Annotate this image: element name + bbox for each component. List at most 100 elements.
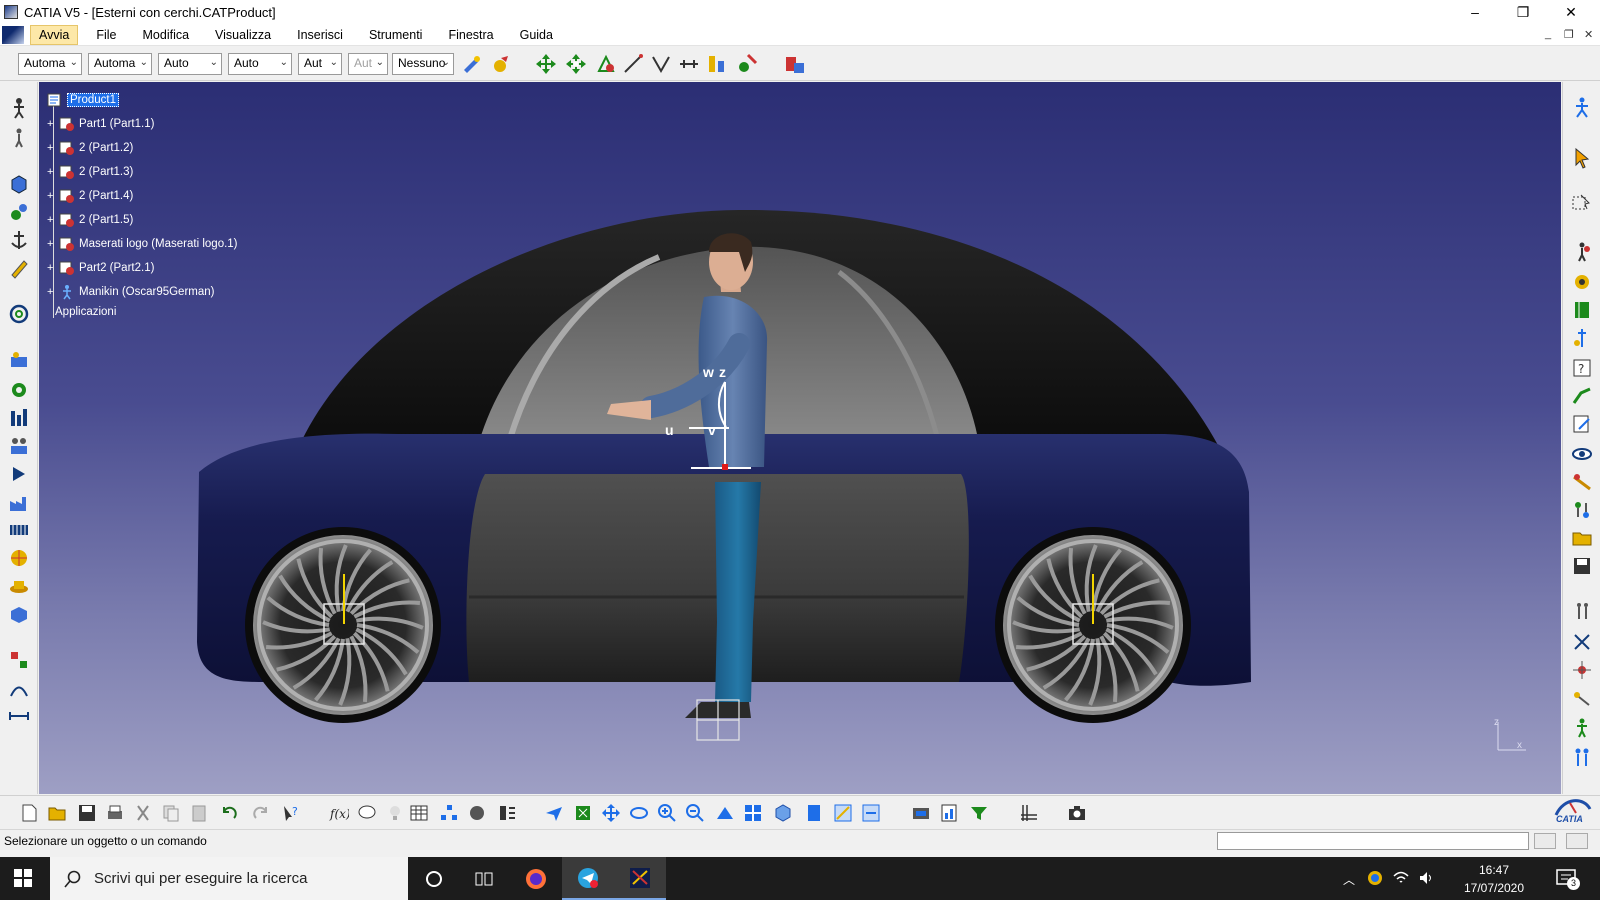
eye-icon[interactable] bbox=[1570, 442, 1594, 466]
segments-icon[interactable] bbox=[1570, 600, 1594, 624]
forward-kinematics-icon[interactable] bbox=[1570, 384, 1594, 408]
task-view-icon[interactable] bbox=[458, 857, 510, 900]
telegram-icon[interactable] bbox=[562, 857, 614, 900]
color-combo[interactable]: Auto ⌄ bbox=[158, 53, 222, 75]
comment-icon[interactable] bbox=[356, 802, 378, 824]
mdi-restore-icon[interactable]: ❐ bbox=[1564, 28, 1574, 41]
document-icon[interactable] bbox=[2, 25, 24, 44]
record-button[interactable] bbox=[1566, 833, 1588, 849]
taskbar-search[interactable]: Scrivi qui per eseguire la ricerca bbox=[50, 857, 408, 900]
copy-icon[interactable] bbox=[160, 802, 182, 824]
two-manikins-icon[interactable] bbox=[1570, 746, 1594, 770]
expand-icon[interactable]: + bbox=[47, 142, 57, 154]
command-button[interactable] bbox=[1534, 833, 1556, 849]
vision-icon[interactable] bbox=[1570, 270, 1594, 294]
expand-icon[interactable]: + bbox=[47, 166, 57, 178]
menu-modifica[interactable]: Modifica bbox=[135, 26, 198, 44]
close-button[interactable]: ✕ bbox=[1548, 0, 1594, 24]
save-file-icon[interactable] bbox=[76, 802, 98, 824]
expand-icon[interactable]: + bbox=[47, 214, 57, 226]
reach-icon[interactable] bbox=[1570, 686, 1594, 710]
anchor-icon[interactable] bbox=[7, 228, 31, 252]
pencil-icon[interactable] bbox=[7, 256, 31, 280]
table-icon[interactable] bbox=[408, 802, 430, 824]
hat-icon[interactable] bbox=[7, 574, 31, 598]
open-file-icon[interactable] bbox=[46, 802, 68, 824]
tray-app-icon[interactable] bbox=[1367, 870, 1383, 889]
distance-icon[interactable] bbox=[678, 53, 700, 75]
linetype-combo[interactable]: Aut ⌄ bbox=[298, 53, 342, 75]
analysis-icon[interactable] bbox=[736, 53, 758, 75]
expand-icon[interactable]: + bbox=[47, 118, 57, 130]
globe-icon[interactable] bbox=[7, 546, 31, 570]
reach-envelope-icon[interactable] bbox=[1570, 240, 1594, 264]
command-input[interactable] bbox=[1217, 832, 1529, 850]
properties-icon[interactable] bbox=[490, 53, 512, 75]
menu-strumenti[interactable]: Strumenti bbox=[361, 26, 431, 44]
tree-item-part1-2[interactable]: +2 (Part1.2) bbox=[47, 140, 133, 156]
filter-icon[interactable] bbox=[968, 802, 990, 824]
zoom-in-icon[interactable] bbox=[656, 802, 678, 824]
menu-inserisci[interactable]: Inserisci bbox=[289, 26, 351, 44]
standard-pose-icon[interactable] bbox=[1570, 716, 1594, 740]
menu-avvia[interactable]: Avvia bbox=[30, 24, 79, 45]
analysis-report-icon[interactable] bbox=[938, 802, 960, 824]
cut-icon[interactable] bbox=[132, 802, 154, 824]
film-icon[interactable] bbox=[7, 518, 31, 542]
constraint-icon[interactable] bbox=[595, 53, 617, 75]
3d-viewport[interactable]: w z u v z x Product1 + Part1 (Part1.1) +2 … bbox=[39, 82, 1561, 794]
line-weight-combo[interactable]: Automa ⌄ bbox=[88, 53, 152, 75]
catalog-browser-icon[interactable] bbox=[496, 802, 518, 824]
check-clash-icon[interactable] bbox=[706, 53, 728, 75]
mdi-close-icon[interactable]: ✕ bbox=[1584, 28, 1593, 41]
dmu-icon[interactable] bbox=[910, 802, 932, 824]
minimize-button[interactable]: – bbox=[1452, 0, 1498, 24]
tree-item-part1[interactable]: + Part1 (Part1.1) bbox=[47, 116, 154, 132]
constraints-icon[interactable] bbox=[1570, 630, 1594, 654]
select-cursor-icon[interactable] bbox=[1570, 146, 1594, 170]
wifi-icon[interactable] bbox=[1393, 870, 1409, 889]
print-icon[interactable] bbox=[104, 802, 126, 824]
lightbulb-icon[interactable] bbox=[384, 802, 406, 824]
zoom-out-icon[interactable] bbox=[684, 802, 706, 824]
fit-all-icon[interactable] bbox=[572, 802, 594, 824]
rotate-icon[interactable] bbox=[628, 802, 650, 824]
move-icon[interactable] bbox=[535, 53, 557, 75]
render-style-icon[interactable] bbox=[803, 802, 825, 824]
notifications-icon[interactable]: 3 bbox=[1555, 867, 1580, 892]
expand-icon[interactable]: + bbox=[47, 286, 57, 298]
transparency-combo[interactable]: Auto ⌄ bbox=[228, 53, 292, 75]
expand-icon[interactable]: + bbox=[47, 238, 57, 250]
graph-tree-icon[interactable] bbox=[438, 802, 460, 824]
snap-icon[interactable] bbox=[565, 53, 587, 75]
tree-item-part1-3[interactable]: +2 (Part1.3) bbox=[47, 164, 133, 180]
grid-icon[interactable] bbox=[1018, 802, 1040, 824]
save-icon[interactable] bbox=[1570, 554, 1594, 578]
firefox-icon[interactable] bbox=[510, 857, 562, 900]
shapes-icon[interactable] bbox=[7, 648, 31, 672]
restore-button[interactable]: ❐ bbox=[1500, 0, 1546, 24]
tree-item-maserati-logo[interactable]: + Maserati logo (Maserati logo.1) bbox=[47, 236, 238, 252]
menu-finestra[interactable]: Finestra bbox=[440, 26, 501, 44]
measure-item-icon[interactable] bbox=[650, 53, 672, 75]
anthropometry-icon[interactable] bbox=[1570, 326, 1594, 350]
layer-combo[interactable]: Nessuno ⌄ bbox=[392, 53, 454, 75]
fly-mode-icon[interactable] bbox=[543, 802, 565, 824]
product-icon[interactable] bbox=[7, 602, 31, 626]
menu-visualizza[interactable]: Visualizza bbox=[207, 26, 279, 44]
whats-this-icon[interactable]: ? bbox=[280, 802, 302, 824]
swap-space-icon[interactable] bbox=[860, 802, 882, 824]
menu-guida[interactable]: Guida bbox=[512, 26, 561, 44]
inverse-kinematics-icon[interactable] bbox=[1570, 470, 1594, 494]
cortana-icon[interactable] bbox=[408, 857, 460, 900]
new-file-icon[interactable] bbox=[18, 802, 40, 824]
open-folder-icon[interactable] bbox=[1570, 526, 1594, 550]
mdi-minimize-icon[interactable]: _ bbox=[1545, 28, 1551, 40]
catalog-icon[interactable] bbox=[784, 53, 806, 75]
cube-icon[interactable] bbox=[7, 172, 31, 196]
chart-icon[interactable] bbox=[7, 406, 31, 430]
book-icon[interactable] bbox=[1570, 298, 1594, 322]
painter-icon[interactable] bbox=[460, 53, 482, 75]
redo-icon[interactable] bbox=[250, 802, 272, 824]
tree-item-manikin[interactable]: + Manikin (Oscar95German) bbox=[47, 284, 214, 300]
